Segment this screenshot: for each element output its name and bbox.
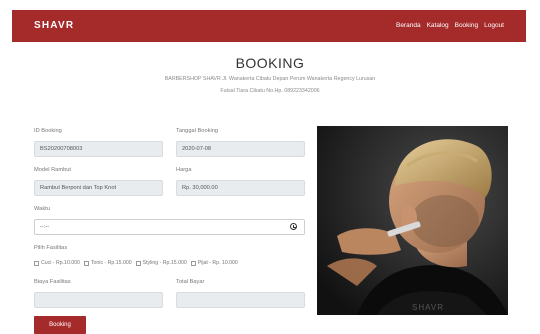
fasilitas-option-label: Tonic - Rp.15.000 bbox=[90, 260, 132, 266]
harga-field[interactable]: Rp. 30,000.00 bbox=[176, 180, 305, 196]
checkbox-icon[interactable] bbox=[135, 260, 141, 266]
checkbox-icon[interactable] bbox=[190, 260, 196, 266]
address-line-2: Futsal Tiara Cibatu No.Hp. 089223342006 bbox=[220, 88, 320, 94]
navbar: SHAVR Beranda Katalog Booking Logout bbox=[12, 10, 526, 42]
nav-link-logout[interactable]: Logout bbox=[484, 22, 504, 29]
tanggal-booking-field[interactable]: 2020-07-08 bbox=[176, 141, 305, 157]
total-bayar-field[interactable] bbox=[176, 292, 305, 308]
booking-button[interactable]: Booking bbox=[34, 316, 86, 334]
fasilitas-option-label: Styling - Rp.15.000 bbox=[142, 260, 187, 266]
fasilitas-option-tonic[interactable]: Tonic - Rp.15.000 bbox=[83, 260, 132, 266]
id-booking-label: ID Booking bbox=[34, 128, 62, 134]
total-bayar-label: Total Bayar bbox=[176, 279, 205, 285]
page-title: BOOKING bbox=[235, 55, 305, 71]
fasilitas-option-cuci[interactable]: Cuci - Rp.10.000 bbox=[34, 260, 80, 266]
harga-label: Harga bbox=[176, 167, 192, 173]
fasilitas-options: Cuci - Rp.10.000 Tonic - Rp.15.000 Styli… bbox=[34, 260, 238, 266]
address-line-1: BARBERSHOP SHAVR Jl. Wanakerta Cibatu De… bbox=[164, 76, 376, 82]
waktu-input[interactable]: --:-- bbox=[34, 219, 305, 235]
barber-photo-illustration: SHAVR bbox=[317, 126, 508, 315]
brand-logo[interactable]: SHAVR bbox=[34, 20, 74, 31]
tanggal-booking-label: Tanggal Booking bbox=[176, 128, 219, 134]
biaya-fasilitas-label: Biaya Fasilitas bbox=[34, 279, 71, 285]
fasilitas-option-label: Cuci - Rp.10.000 bbox=[41, 260, 80, 266]
fasilitas-option-label: Pijat - Rp. 10.000 bbox=[197, 260, 238, 266]
fasilitas-option-pijat[interactable]: Pijat - Rp. 10.000 bbox=[190, 260, 238, 266]
nav-link-booking[interactable]: Booking bbox=[455, 22, 479, 29]
fasilitas-option-styling[interactable]: Styling - Rp.15.000 bbox=[135, 260, 187, 266]
waktu-value: --:-- bbox=[40, 224, 50, 230]
model-rambut-label: Model Rambut bbox=[34, 167, 71, 173]
waktu-label: Waktu bbox=[34, 206, 50, 212]
model-rambut-field[interactable]: Rambut Berponi dan Top Knot bbox=[34, 180, 163, 196]
barber-photo: SHAVR bbox=[317, 126, 508, 315]
cape-logo-text: SHAVR bbox=[412, 303, 444, 312]
fasilitas-label: Pilih Fasilitas bbox=[34, 245, 68, 251]
checkbox-icon[interactable] bbox=[34, 260, 39, 266]
nav-link-katalog[interactable]: Katalog bbox=[427, 22, 449, 29]
nav-link-beranda[interactable]: Beranda bbox=[396, 22, 421, 29]
clock-icon[interactable] bbox=[290, 223, 297, 230]
nav-links: Beranda Katalog Booking Logout bbox=[396, 22, 504, 29]
biaya-fasilitas-field[interactable] bbox=[34, 292, 163, 308]
checkbox-icon[interactable] bbox=[83, 260, 89, 266]
id-booking-field[interactable]: BS20200708003 bbox=[34, 141, 163, 157]
